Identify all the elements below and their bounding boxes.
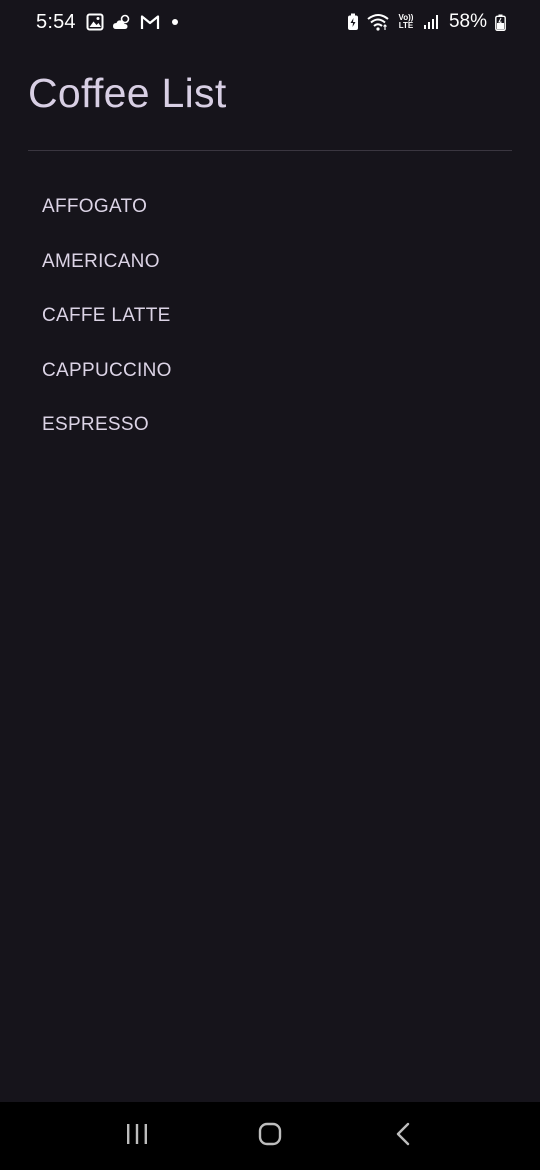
list-item[interactable]: CAPPUCCINO: [42, 344, 172, 399]
home-button[interactable]: [240, 1111, 300, 1161]
coffee-list: AFFOGATO AMERICANO CAFFE LATTE CAPPUCCIN…: [42, 180, 172, 453]
clock: 5:54: [36, 10, 76, 33]
list-item[interactable]: CAFFE LATTE: [42, 289, 172, 344]
status-bar: 5:54 Vo)) LTE 58%: [0, 0, 540, 44]
recent-apps-icon: [125, 1123, 149, 1150]
gmail-icon: [140, 14, 160, 30]
title-divider: [28, 150, 512, 151]
recent-apps-button[interactable]: [107, 1111, 167, 1161]
back-icon: [395, 1122, 411, 1151]
page-title: Coffee List: [28, 70, 227, 116]
cloud-sun-icon: [112, 13, 132, 31]
list-item[interactable]: ESPRESSO: [42, 398, 172, 453]
signal-icon: [423, 14, 439, 30]
status-left: 5:54: [36, 11, 178, 34]
wifi-icon: [367, 13, 389, 31]
battery-icon: [495, 14, 506, 31]
battery-percent: 58%: [448, 11, 487, 32]
navigation-bar: [0, 1102, 540, 1170]
gallery-icon: [86, 13, 104, 31]
volte-icon: Vo)) LTE: [398, 13, 414, 30]
back-button[interactable]: [373, 1111, 433, 1161]
battery-saver-icon: [347, 13, 359, 31]
notification-dot-icon: [171, 19, 178, 25]
status-right: Vo)) LTE 58%: [347, 11, 506, 33]
list-item[interactable]: AMERICANO: [42, 235, 172, 290]
home-icon: [258, 1122, 282, 1151]
list-item[interactable]: AFFOGATO: [42, 180, 172, 235]
